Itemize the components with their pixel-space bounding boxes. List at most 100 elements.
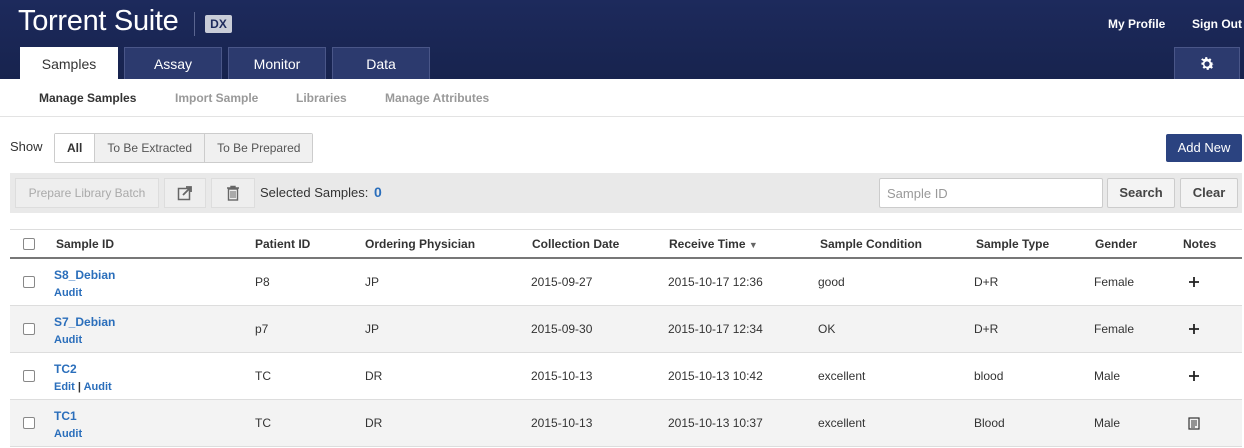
selected-samples-label: Selected Samples: xyxy=(260,185,369,200)
sample-condition: good xyxy=(818,275,845,289)
audit-link[interactable]: Audit xyxy=(84,381,112,393)
show-label: Show xyxy=(10,139,43,154)
gender: Male xyxy=(1094,416,1121,430)
sort-desc-icon: ▼ xyxy=(748,240,758,250)
export-icon xyxy=(177,186,192,201)
row-checkbox[interactable] xyxy=(23,276,35,288)
settings-button[interactable] xyxy=(1174,47,1240,79)
sample-condition: OK xyxy=(818,322,836,336)
tab-assay[interactable]: Assay xyxy=(124,47,222,79)
col-notes: Notes xyxy=(1183,237,1217,251)
col-receive-time[interactable]: Receive Time ▼ xyxy=(669,237,758,251)
add-note-button[interactable] xyxy=(1187,369,1201,383)
clear-button[interactable]: Clear xyxy=(1180,178,1238,208)
gender: Female xyxy=(1094,275,1135,289)
patient-id: p7 xyxy=(255,322,269,336)
selected-samples-count: 0 xyxy=(374,184,382,200)
collection-date: 2015-10-13 xyxy=(531,416,593,430)
status-filter-group: All To Be Extracted To Be Prepared xyxy=(54,133,314,163)
patient-id: P8 xyxy=(255,275,270,289)
row-checkbox[interactable] xyxy=(23,417,35,429)
tab-samples[interactable]: Samples xyxy=(20,47,118,79)
search-button[interactable]: Search xyxy=(1107,178,1175,208)
col-gender[interactable]: Gender xyxy=(1095,237,1137,251)
gear-icon xyxy=(1201,56,1215,70)
tab-data[interactable]: Data xyxy=(332,47,430,79)
gender: Female xyxy=(1094,322,1135,336)
sub-navigation: Manage Samples Import Sample Libraries M… xyxy=(0,79,1244,117)
app-header: Torrent Suite DX My Profile Sign Out Sam… xyxy=(0,0,1244,79)
subnav-import-sample[interactable]: Import Sample xyxy=(175,91,258,105)
audit-link[interactable]: Audit xyxy=(54,287,82,299)
tab-monitor[interactable]: Monitor xyxy=(228,47,326,79)
brand-divider xyxy=(194,12,195,36)
gender: Male xyxy=(1094,369,1121,383)
add-note-button[interactable] xyxy=(1187,275,1201,289)
plus-icon xyxy=(1189,324,1199,334)
row-checkbox[interactable] xyxy=(23,370,35,382)
col-receive-time-label: Receive Time xyxy=(669,237,746,251)
audit-link[interactable]: Audit xyxy=(54,428,82,440)
subnav-libraries[interactable]: Libraries xyxy=(296,91,347,105)
receive-time: 2015-10-17 12:34 xyxy=(668,322,763,336)
samples-toolbar: Prepare Library Batch Selected Samples: … xyxy=(10,173,1242,213)
view-note-button[interactable] xyxy=(1187,416,1201,430)
row-actions: Audit xyxy=(54,287,82,299)
plus-icon xyxy=(1189,277,1199,287)
row-actions: Audit xyxy=(54,428,82,440)
sample-id-link[interactable]: TC1 xyxy=(54,409,77,423)
sample-type: D+R xyxy=(974,322,999,336)
col-sample-type[interactable]: Sample Type xyxy=(976,237,1049,251)
app-title: Torrent Suite xyxy=(18,5,179,37)
note-icon xyxy=(1188,416,1200,430)
collection-date: 2015-09-27 xyxy=(531,275,593,289)
samples-table: Sample ID Patient ID Ordering Physician … xyxy=(10,229,1242,447)
filter-to-be-prepared-button[interactable]: To Be Prepared xyxy=(204,134,313,162)
select-all-checkbox[interactable] xyxy=(23,238,35,250)
patient-id: TC xyxy=(255,416,271,430)
add-note-button[interactable] xyxy=(1187,322,1201,336)
trash-icon xyxy=(227,185,239,201)
prepare-library-batch-button[interactable]: Prepare Library Batch xyxy=(15,178,159,208)
edit-link[interactable]: Edit xyxy=(54,381,75,393)
receive-time: 2015-10-13 10:37 xyxy=(668,416,763,430)
sample-type: D+R xyxy=(974,275,999,289)
subnav-manage-samples[interactable]: Manage Samples xyxy=(39,91,136,105)
sample-condition: excellent xyxy=(818,369,866,383)
sample-condition: excellent xyxy=(818,416,866,430)
delete-button[interactable] xyxy=(211,178,255,208)
sample-id-link[interactable]: S8_Debian xyxy=(54,268,115,282)
subnav-manage-attributes[interactable]: Manage Attributes xyxy=(385,91,489,105)
sample-id-link[interactable]: S7_Debian xyxy=(54,315,115,329)
plus-icon xyxy=(1189,371,1199,381)
table-header: Sample ID Patient ID Ordering Physician … xyxy=(10,229,1242,259)
filter-all-button[interactable]: All xyxy=(55,134,95,162)
row-checkbox[interactable] xyxy=(23,323,35,335)
add-new-button[interactable]: Add New xyxy=(1166,134,1242,162)
ordering-physician: DR xyxy=(365,416,383,430)
my-profile-link[interactable]: My Profile xyxy=(1108,17,1165,31)
ordering-physician: JP xyxy=(365,322,380,336)
col-ordering-physician[interactable]: Ordering Physician xyxy=(365,237,475,251)
row-actions: Audit xyxy=(54,334,82,346)
col-sample-id[interactable]: Sample ID xyxy=(56,237,114,251)
export-button[interactable] xyxy=(164,178,206,208)
dx-badge: DX xyxy=(205,15,232,33)
sample-type: Blood xyxy=(974,416,1005,430)
col-collection-date[interactable]: Collection Date xyxy=(532,237,619,251)
audit-link[interactable]: Audit xyxy=(54,334,82,346)
table-row: S8_Debian Audit P8 JP 2015-09-27 2015-10… xyxy=(10,259,1242,306)
ordering-physician: JP xyxy=(365,275,380,289)
sample-id-link[interactable]: TC2 xyxy=(54,362,77,376)
ordering-physician: DR xyxy=(365,369,383,383)
filter-to-be-extracted-button[interactable]: To Be Extracted xyxy=(94,134,205,162)
sign-out-link[interactable]: Sign Out xyxy=(1192,17,1242,31)
sample-type: blood xyxy=(974,369,1004,383)
col-sample-condition[interactable]: Sample Condition xyxy=(820,237,922,251)
sample-id-search-input[interactable] xyxy=(879,178,1103,208)
collection-date: 2015-10-13 xyxy=(531,369,593,383)
col-patient-id[interactable]: Patient ID xyxy=(255,237,310,251)
collection-date: 2015-09-30 xyxy=(531,322,593,336)
table-row: S7_Debian Audit p7 JP 2015-09-30 2015-10… xyxy=(10,306,1242,353)
patient-id: TC xyxy=(255,369,271,383)
